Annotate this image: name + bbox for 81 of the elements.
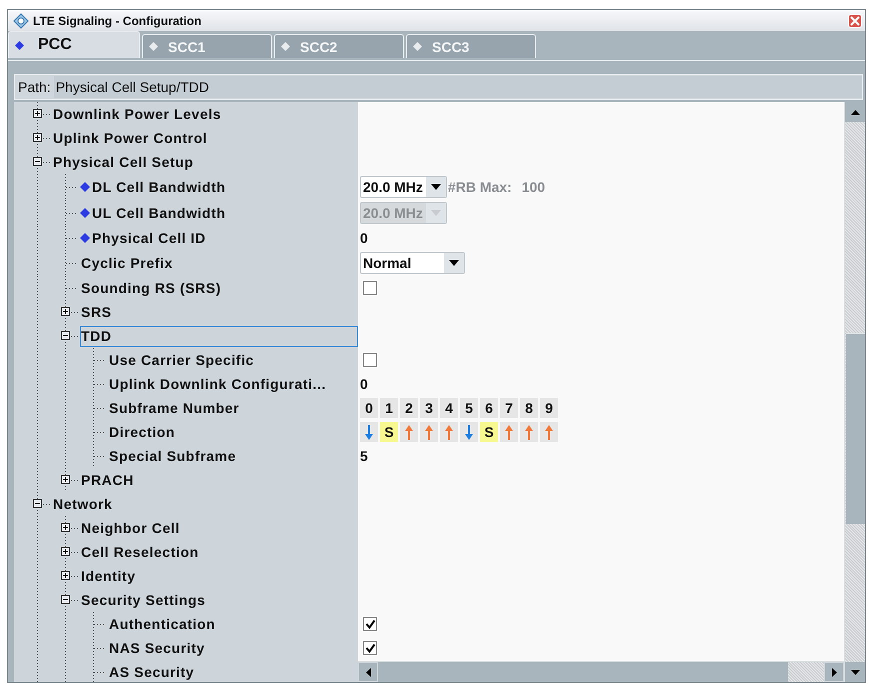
dropdown[interactable]: Normal (360, 252, 465, 274)
dropdown[interactable]: 20.0 MHz (360, 176, 447, 198)
expand-icon[interactable] (61, 571, 70, 580)
special-subframe: S (480, 422, 498, 442)
tree-item[interactable]: Security Settings (80, 590, 209, 610)
tree-item[interactable]: Identity (80, 566, 139, 586)
value-text: 0 (360, 230, 368, 246)
right-arrow-icon (832, 668, 836, 676)
close-button[interactable] (848, 14, 862, 28)
caret-icon (449, 260, 459, 266)
value-text: 5 (360, 448, 368, 464)
special-subframe: S (380, 422, 398, 442)
value-text: 0 (360, 376, 368, 392)
tree-item[interactable]: NAS Security (108, 638, 208, 658)
tree-item[interactable]: Use Carrier Specific (108, 350, 258, 370)
checkbox[interactable] (363, 641, 377, 655)
subframe-number: 9 (540, 398, 558, 418)
diamond-icon (15, 40, 24, 50)
tree-item[interactable]: Cyclic Prefix (80, 252, 176, 274)
window-title: LTE Signaling - Configuration (33, 14, 202, 28)
subframe-number: 7 (500, 398, 518, 418)
tree-item[interactable]: Physical Cell ID (91, 228, 209, 248)
info-value: 100 (522, 179, 546, 195)
tab[interactable]: PCC (8, 31, 140, 58)
caret-icon (430, 184, 441, 190)
tree-item[interactable]: Cell Reselection (80, 542, 202, 562)
diamond-icon (413, 42, 422, 51)
tree-item[interactable]: Direction (108, 422, 178, 442)
expand-icon[interactable] (61, 547, 70, 556)
tree-item[interactable]: Uplink Power Control (52, 128, 210, 148)
tree-item[interactable]: PRACH (80, 470, 137, 490)
path-label: Path: (17, 79, 52, 95)
checkbox[interactable] (363, 353, 377, 367)
tree-item[interactable]: UL Cell Bandwidth (91, 202, 229, 224)
tree-item[interactable]: Physical Cell Setup (52, 152, 197, 172)
tree-item[interactable]: Authentication (108, 614, 218, 634)
subframe-number: 6 (480, 398, 498, 418)
collapse-icon[interactable] (61, 595, 70, 604)
expand-icon[interactable] (61, 307, 70, 316)
tree-item[interactable]: Sounding RS (SRS) (80, 278, 224, 298)
diamond-icon (149, 42, 158, 51)
up-caret-icon (850, 110, 860, 114)
collapse-icon[interactable] (61, 331, 70, 340)
tree-item[interactable]: TDD (80, 326, 358, 346)
app-icon (13, 12, 29, 28)
info-label: #RB Max: (448, 179, 512, 195)
checkbox[interactable] (363, 281, 377, 295)
subframe-number: 4 (440, 398, 458, 418)
subframe-number: 3 (420, 398, 438, 418)
subframe-number: 2 (400, 398, 418, 418)
tree-item[interactable]: AS Security (108, 662, 198, 682)
scroll-right-button[interactable] (824, 662, 844, 682)
subframe-number: 1 (380, 398, 398, 418)
path-field: Physical Cell Setup/TDD (54, 76, 862, 98)
left-arrow-icon (366, 668, 370, 676)
tree-item[interactable]: Subframe Number (108, 398, 242, 418)
tree-item[interactable]: Downlink Power Levels (52, 104, 224, 124)
collapse-icon[interactable] (33, 499, 42, 508)
subframe-number: 5 (460, 398, 478, 418)
down-caret-icon (850, 670, 860, 674)
expand-icon[interactable] (61, 523, 70, 532)
tree-item[interactable]: Network (52, 494, 116, 514)
caret-icon (430, 210, 441, 216)
tree-item[interactable]: Uplink Downlink Configurati... (108, 374, 330, 394)
expand-icon[interactable] (33, 109, 42, 118)
subframe-number: 8 (520, 398, 538, 418)
checkbox[interactable] (363, 617, 377, 631)
close-icon (850, 16, 860, 26)
tree-item[interactable]: DL Cell Bandwidth (91, 176, 229, 198)
tree-item[interactable]: SRS (80, 302, 115, 322)
expand-icon[interactable] (61, 475, 70, 484)
tree-item[interactable]: Neighbor Cell (80, 518, 183, 538)
horizontal-scrollbar[interactable] (358, 661, 844, 682)
diamond-icon (281, 42, 290, 51)
collapse-icon[interactable] (33, 157, 42, 166)
tree-item[interactable]: Special Subframe (108, 446, 240, 466)
subframe-number: 0 (360, 398, 378, 418)
expand-icon[interactable] (33, 133, 42, 142)
scroll-thumb[interactable] (846, 333, 865, 524)
scroll-left-button[interactable] (358, 662, 378, 682)
vertical-scrollbar[interactable] (844, 102, 865, 682)
